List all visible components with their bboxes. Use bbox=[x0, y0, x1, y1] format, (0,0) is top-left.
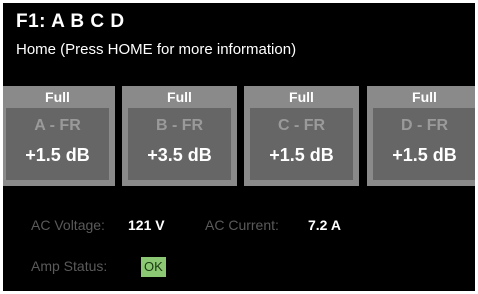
channel-strip: Full A - FR +1.5 dB Full B - FR +3.5 dB … bbox=[3, 86, 475, 186]
channel-gain: +3.5 dB bbox=[147, 145, 212, 165]
channel-gain: +1.5 dB bbox=[392, 145, 457, 165]
page-title: F1: A B C D bbox=[16, 11, 125, 32]
ac-voltage-value: 121 V bbox=[128, 217, 165, 233]
channel-name: C - FR bbox=[277, 117, 326, 134]
status-badge: OK bbox=[141, 257, 166, 277]
channel-panel: D - FR +1.5 dB bbox=[373, 108, 475, 180]
ac-current-label: AC Current: bbox=[205, 217, 279, 233]
channel-mode-label: Full bbox=[167, 89, 192, 105]
amp-status-screen: F1: A B C D Home (Press HOME for more in… bbox=[3, 3, 475, 291]
channel-panel: A - FR +1.5 dB bbox=[6, 108, 109, 180]
channel-mode-label: Full bbox=[412, 89, 437, 105]
channel-gain: +1.5 dB bbox=[269, 145, 334, 165]
ac-current-value: 7.2 A bbox=[308, 217, 341, 233]
channel-name: A - FR bbox=[34, 117, 81, 134]
channel-panel: C - FR +1.5 dB bbox=[250, 108, 353, 180]
ac-voltage-label: AC Voltage: bbox=[31, 217, 105, 233]
channel-card-d[interactable]: Full D - FR +1.5 dB bbox=[367, 86, 475, 186]
amp-status-label: Amp Status: bbox=[31, 258, 108, 274]
channel-gain: +1.5 dB bbox=[25, 145, 90, 165]
channel-mode-label: Full bbox=[45, 89, 70, 105]
channel-name: D - FR bbox=[400, 117, 449, 134]
channel-name: B - FR bbox=[155, 117, 204, 134]
channel-panel: B - FR +3.5 dB bbox=[128, 108, 231, 180]
channel-card-c[interactable]: Full C - FR +1.5 dB bbox=[244, 86, 359, 186]
channel-card-a[interactable]: Full A - FR +1.5 dB bbox=[3, 86, 115, 186]
page-subtitle: Home (Press HOME for more information) bbox=[16, 41, 297, 58]
channel-mode-label: Full bbox=[289, 89, 314, 105]
channel-card-b[interactable]: Full B - FR +3.5 dB bbox=[122, 86, 237, 186]
